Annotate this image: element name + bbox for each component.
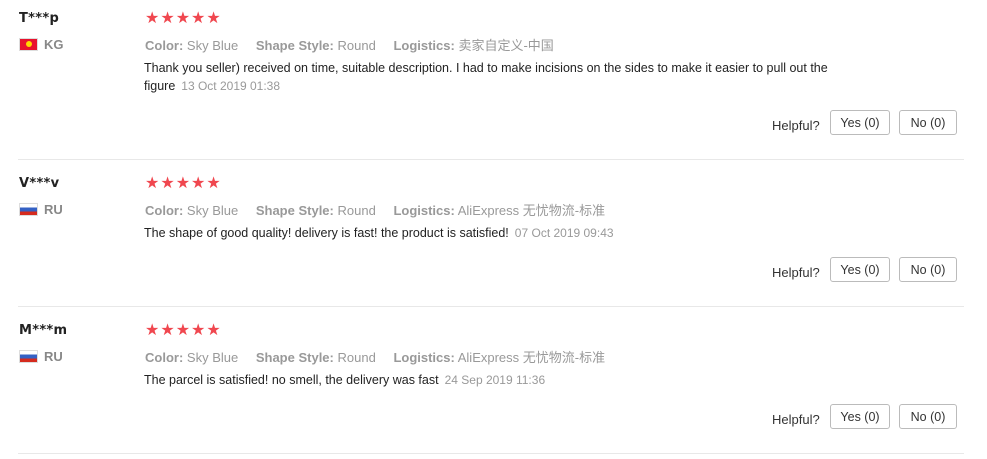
logistics-value: AliExpress 无忧物流-标准: [457, 350, 606, 365]
helpful-yes-button[interactable]: Yes (0): [830, 110, 890, 135]
color-value: Sky Blue: [186, 203, 239, 218]
color-label: Color:: [145, 350, 184, 365]
helpful-label: Helpful?: [772, 412, 820, 427]
kyrgyzstan-flag-icon: [19, 37, 38, 51]
star-rating: ★★★★★: [145, 322, 222, 339]
logistics-value: AliExpress 无忧物流-标准: [457, 203, 606, 218]
helpful-yes-button[interactable]: Yes (0): [830, 404, 890, 429]
russia-flag-icon: [19, 202, 38, 216]
reviewer-country: RU: [19, 348, 63, 364]
review-date: 07 Oct 2019 09:43: [514, 226, 614, 240]
reviewer-country: KG: [19, 36, 64, 52]
reviewer-name: T***p: [19, 11, 60, 26]
review-body: The parcel is satisfied! no smell, the d…: [144, 373, 439, 387]
logistics-label: Logistics:: [393, 350, 455, 365]
reviewer-name: V***v: [19, 176, 60, 191]
color-value: Sky Blue: [186, 350, 239, 365]
product-properties: Color: Sky Blue Shape Style: Round Logis…: [145, 35, 554, 54]
shape-style-value: Round: [337, 203, 376, 218]
review-text: The shape of good quality! delivery is f…: [144, 224, 864, 242]
color-label: Color:: [145, 203, 184, 218]
logistics-value: 卖家自定义-中国: [458, 38, 554, 53]
product-properties: Color: Sky Blue Shape Style: Round Logis…: [145, 200, 605, 219]
review-divider: [18, 159, 964, 160]
logistics-label: Logistics:: [393, 38, 455, 53]
review-divider: [18, 306, 964, 307]
shape-style-label: Shape Style:: [255, 38, 334, 53]
country-code: RU: [44, 348, 63, 364]
helpful-yes-button[interactable]: Yes (0): [830, 257, 890, 282]
review-divider: [18, 453, 964, 454]
review-text: The parcel is satisfied! no smell, the d…: [144, 371, 864, 389]
shape-style-label: Shape Style:: [255, 203, 334, 218]
russia-flag-icon: [19, 349, 38, 363]
product-properties: Color: Sky Blue Shape Style: Round Logis…: [145, 347, 605, 366]
helpful-no-button[interactable]: No (0): [899, 110, 957, 135]
country-code: KG: [44, 36, 64, 52]
shape-style-label: Shape Style:: [255, 350, 334, 365]
star-rating: ★★★★★: [145, 10, 222, 27]
helpful-label: Helpful?: [772, 118, 820, 133]
helpful-no-button[interactable]: No (0): [899, 404, 957, 429]
country-code: RU: [44, 201, 63, 217]
shape-style-value: Round: [337, 38, 376, 53]
helpful-label: Helpful?: [772, 265, 820, 280]
reviewer-name: M***m: [19, 323, 68, 338]
review-body: The shape of good quality! delivery is f…: [144, 226, 509, 240]
color-label: Color:: [145, 38, 184, 53]
helpful-no-button[interactable]: No (0): [899, 257, 957, 282]
review-date: 24 Sep 2019 11:36: [444, 373, 546, 387]
shape-style-value: Round: [337, 350, 376, 365]
star-rating: ★★★★★: [145, 175, 222, 192]
review-date: 13 Oct 2019 01:38: [181, 79, 281, 93]
logistics-label: Logistics:: [393, 203, 455, 218]
color-value: Sky Blue: [186, 38, 239, 53]
review-text: Thank you seller) received on time, suit…: [144, 59, 864, 95]
reviewer-country: RU: [19, 201, 63, 217]
